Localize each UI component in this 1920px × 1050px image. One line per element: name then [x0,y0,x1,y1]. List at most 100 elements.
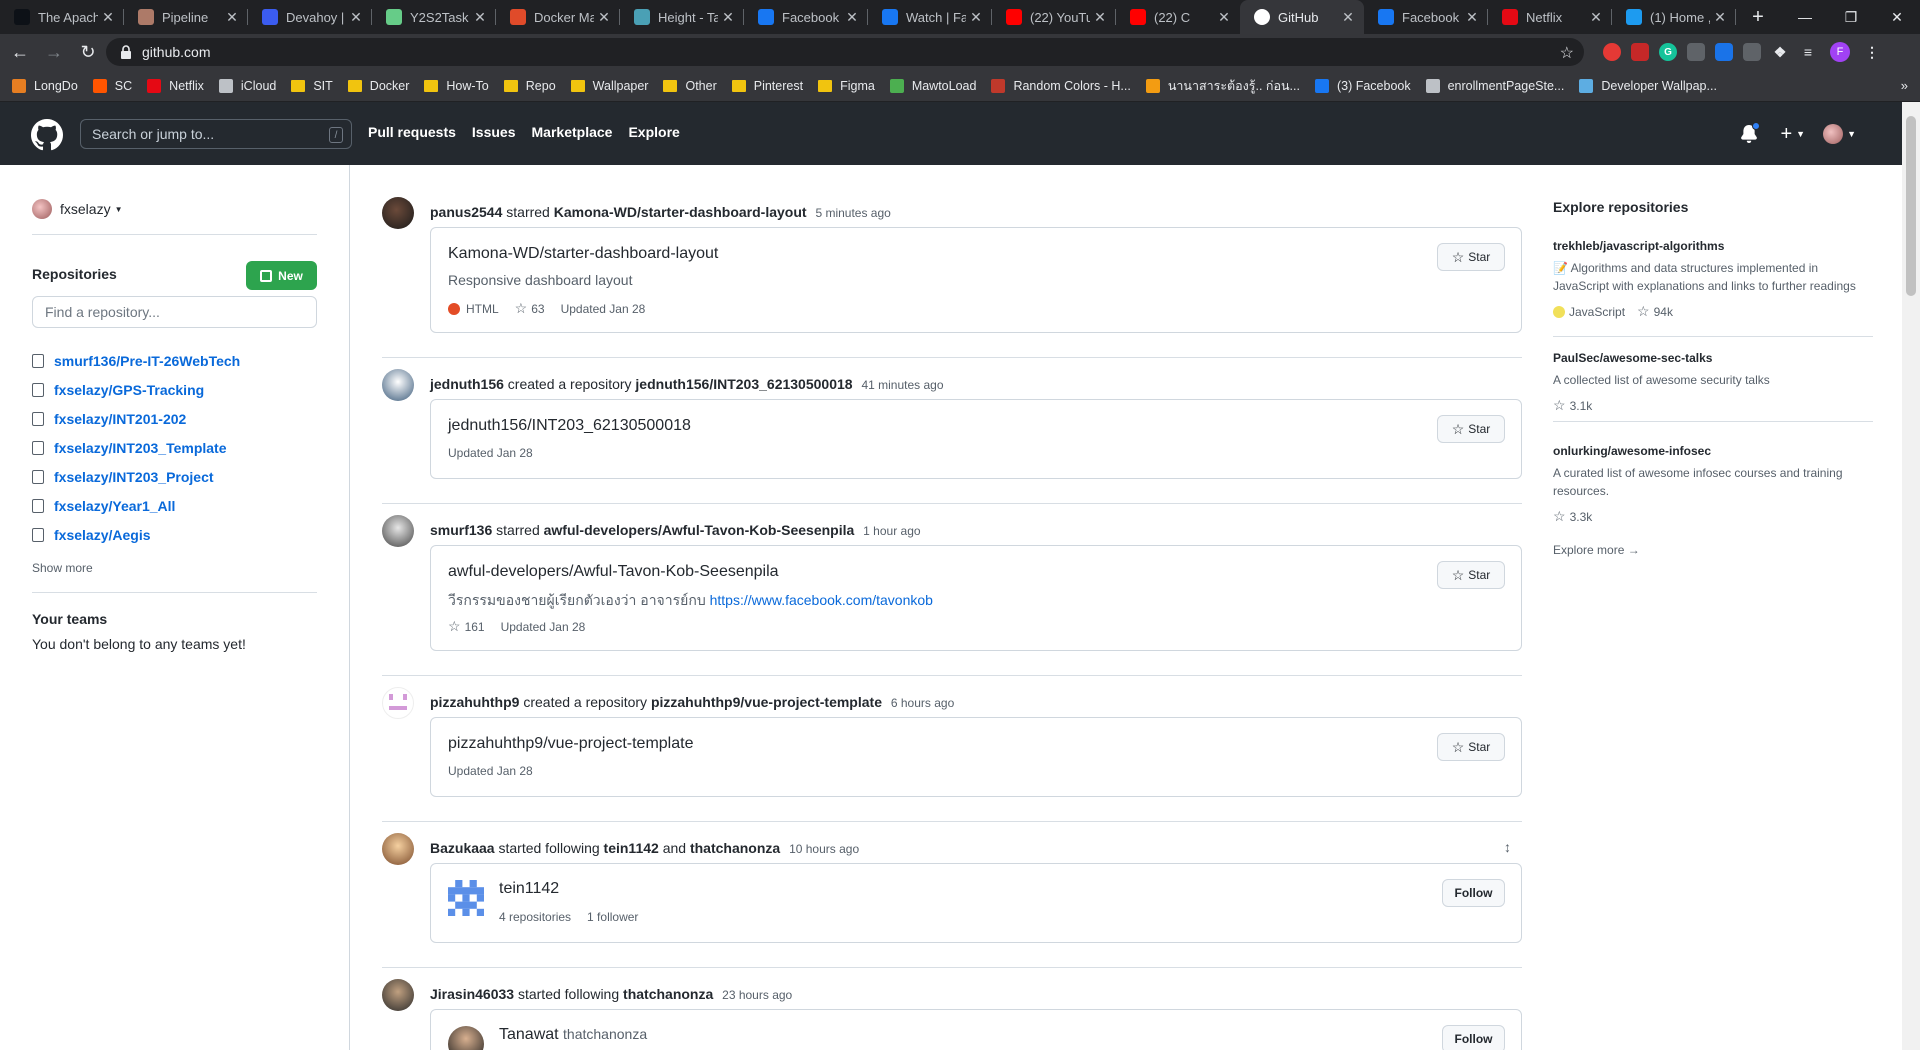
close-tab-icon[interactable]: ✕ [348,9,364,25]
browser-tab[interactable]: Devahoy | ✕ [248,0,372,34]
target-link[interactable]: Kamona-WD/starter-dashboard-layout [554,204,807,220]
bookmark-star-icon[interactable]: ☆ [1560,43,1574,63]
translate-icon[interactable] [1715,43,1733,61]
new-tab-button[interactable]: + [1744,3,1772,31]
repo-card-name[interactable]: pizzahuhthp9/vue-project-template [448,735,693,753]
sidebar-repo-item[interactable]: fxselazy/GPS-Tracking [32,375,240,404]
bookmark-item[interactable]: Pinterest [731,79,803,93]
bookmark-item[interactable]: Netflix [147,78,204,93]
close-tab-icon[interactable]: ✕ [1588,9,1604,25]
extension-red-icon[interactable] [1603,43,1621,61]
browser-tab[interactable]: Watch | Fa ✕ [868,0,992,34]
sidebar-repo-item[interactable]: fxselazy/Aegis [32,520,240,549]
bookmark-item[interactable]: enrollmentPageSte... [1425,78,1564,93]
target-link[interactable]: thatchanonza [623,986,713,1002]
browser-tab[interactable]: Netflix ✕ [1488,0,1612,34]
bookmark-item[interactable]: Wallpaper [570,79,648,93]
sidebar-repo-item[interactable]: fxselazy/INT203_Project [32,462,240,491]
explore-repo-stars[interactable]: 3.3k [1570,510,1593,524]
close-tab-icon[interactable]: ✕ [1216,9,1232,25]
bookmark-item[interactable]: Docker [347,79,409,93]
notifications-bell-icon[interactable] [1740,122,1761,143]
unfold-icon[interactable]: ↕ [1504,839,1511,855]
browser-tab[interactable]: Y2S2Task | ✕ [372,0,496,34]
follow-button[interactable]: Follow [1442,1025,1505,1050]
bookmark-item[interactable]: How-To [424,79,489,93]
target-link[interactable]: tein1142 [604,840,659,856]
close-tab-icon[interactable]: ✕ [720,9,736,25]
context-switcher[interactable]: fxselazy ▼ [32,199,123,219]
actor-avatar[interactable] [382,369,414,401]
browser-tab[interactable]: (22) C ✕ [1116,0,1240,34]
bookmark-item[interactable]: MawtoLoad [889,78,976,93]
browser-tab[interactable]: Height - Ta ✕ [620,0,744,34]
repo-card-name[interactable]: jednuth156/INT203_62130500018 [448,417,691,435]
grammarly-icon[interactable]: G [1659,43,1677,61]
bookmark-item[interactable]: SC [92,78,132,93]
bookmark-item[interactable]: (3) Facebook [1314,78,1411,93]
extension-grid-icon[interactable] [1631,43,1649,61]
actor-link[interactable]: Jirasin46033 [430,986,514,1002]
nav-issues[interactable]: Issues [472,124,516,140]
profile-avatar[interactable]: F [1830,42,1850,62]
actor-avatar[interactable] [382,687,414,719]
bookmark-item[interactable]: LongDo [12,78,78,93]
nav-explore[interactable]: Explore [628,124,679,140]
bookmark-item[interactable]: Developer Wallpap... [1579,78,1717,93]
close-tab-icon[interactable]: ✕ [100,9,116,25]
user-login[interactable]: thatchanonza [563,1026,647,1042]
actor-avatar[interactable] [382,197,414,229]
maximize-button[interactable]: ❐ [1828,0,1874,34]
user-avatar[interactable] [1823,124,1844,144]
follow-button[interactable]: Follow [1442,879,1505,907]
avatar-chevron-down-icon[interactable]: ▼ [1847,129,1856,139]
forward-button[interactable]: → [40,38,68,66]
extension-gamepad-icon[interactable] [1687,43,1705,61]
actor-link[interactable]: smurf136 [430,522,492,538]
explore-repo-stars[interactable]: 94k [1654,305,1673,319]
close-tab-icon[interactable]: ✕ [224,9,240,25]
bookmark-item[interactable]: Repo [503,79,556,93]
sidebar-repo-item[interactable]: fxselazy/Year1_All [32,491,240,520]
address-bar[interactable]: github.com ☆ [106,38,1584,66]
explore-more-link[interactable]: Explore more → [1553,543,1640,557]
actor-avatar[interactable] [382,515,414,547]
user-card-avatar[interactable] [448,880,484,916]
minimize-button[interactable]: — [1782,0,1828,34]
bookmark-item[interactable]: นานาสาระต้องรู้.. ก่อน... [1145,76,1300,96]
browser-tab[interactable]: (1) Home , ✕ [1612,0,1736,34]
create-new-plus-icon[interactable]: + [1780,124,1792,144]
find-repository-input[interactable]: Find a repository... [32,296,317,328]
github-search-input[interactable]: Search or jump to... / [80,119,352,149]
repo-stars[interactable]: 161 [465,620,485,634]
browser-tab[interactable]: (22) YouTu ✕ [992,0,1116,34]
explore-repo-name[interactable]: onlurking/awesome-infosec [1553,444,1873,458]
browser-tab[interactable]: GitHub ✕ [1240,0,1364,34]
actor-avatar[interactable] [382,979,414,1011]
close-tab-icon[interactable]: ✕ [472,9,488,25]
target-link[interactable]: jednuth156/INT203_62130500018 [635,376,852,392]
actor-link[interactable]: Bazukaaa [430,840,495,856]
back-button[interactable]: ← [6,38,34,66]
user-card-name[interactable]: tein1142 [499,880,559,898]
puzzle-icon[interactable]: ❖ [1771,43,1789,61]
browser-tab[interactable]: The Apach ✕ [0,0,124,34]
repo-stars[interactable]: 63 [531,302,544,316]
github-logo-icon[interactable] [31,119,63,151]
browser-tab[interactable]: Facebook ✕ [744,0,868,34]
star-button[interactable]: ☆ Star [1437,733,1505,761]
bookmark-item[interactable]: iCloud [218,78,276,93]
actor-link[interactable]: pizzahuhthp9 [430,694,519,710]
close-tab-icon[interactable]: ✕ [844,9,860,25]
menu-kebab-icon[interactable]: ⋮ [1863,43,1881,61]
star-button[interactable]: ☆ Star [1437,243,1505,271]
close-tab-icon[interactable]: ✕ [596,9,612,25]
actor-link[interactable]: panus2544 [430,204,502,220]
nav-pull-requests[interactable]: Pull requests [368,124,456,140]
close-tab-icon[interactable]: ✕ [968,9,984,25]
bookmark-item[interactable]: Other [663,79,717,93]
target-link[interactable]: awful-developers/Awful-Tavon-Kob-Seesenp… [544,522,855,538]
sidebar-repo-item[interactable]: fxselazy/INT203_Template [32,433,240,462]
explore-repo-name[interactable]: PaulSec/awesome-sec-talks [1553,351,1873,365]
target-link[interactable]: pizzahuhthp9/vue-project-template [651,694,882,710]
